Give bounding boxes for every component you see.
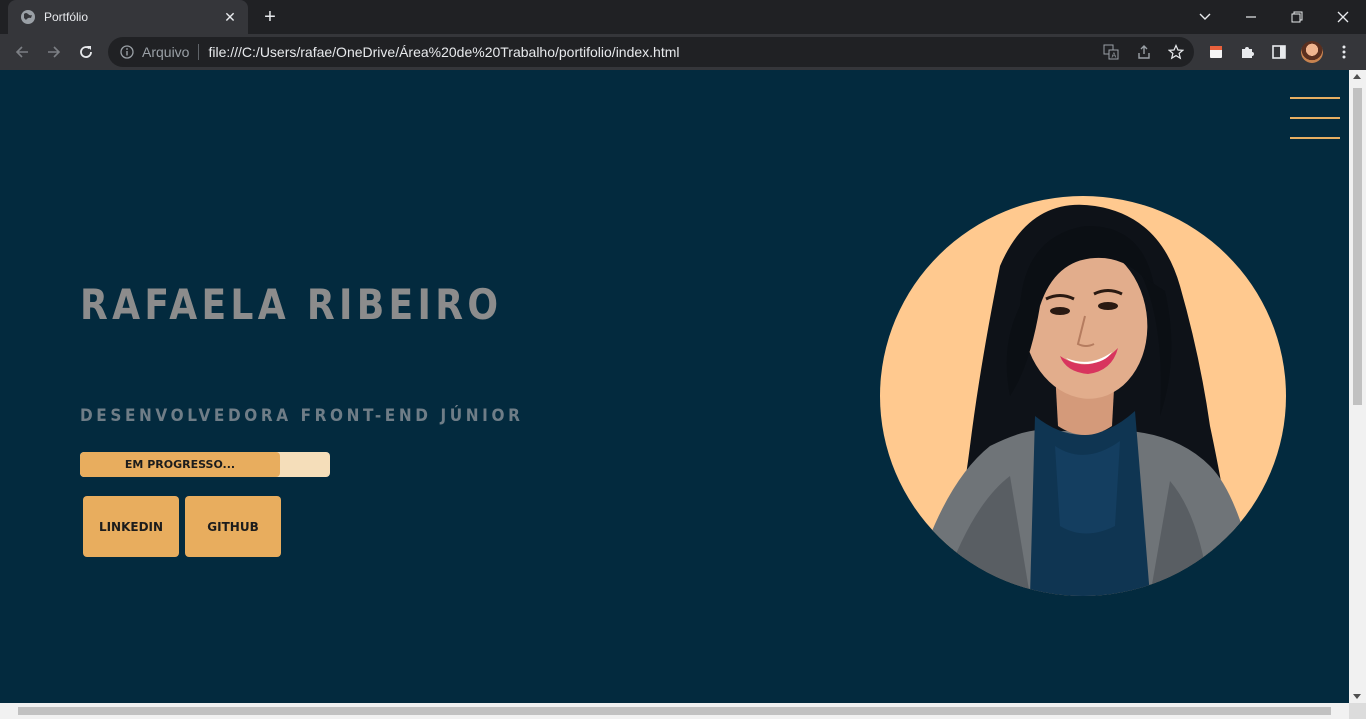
scrollbar-corner	[1349, 703, 1366, 719]
globe-icon	[21, 10, 35, 24]
extensions-puzzle-icon[interactable]	[1236, 40, 1260, 64]
side-panel-icon[interactable]	[1267, 40, 1291, 64]
profile-photo	[880, 196, 1286, 596]
tab-title: Portfólio	[44, 10, 89, 24]
vertical-scroll-thumb[interactable]	[1353, 88, 1362, 405]
share-icon[interactable]	[1132, 40, 1156, 64]
hero-name: RAFAELA RIBEIRO	[80, 280, 503, 329]
tab-search-icon[interactable]	[1182, 0, 1228, 34]
horizontal-scrollbar[interactable]	[0, 703, 1349, 719]
info-icon[interactable]	[120, 45, 134, 59]
tab-strip: Portfólio ✕ +	[0, 0, 1366, 34]
menu-line	[1290, 117, 1340, 119]
profile-avatar[interactable]	[1301, 41, 1323, 63]
github-button[interactable]: GITHUB	[185, 496, 281, 557]
scheme-label: Arquivo	[142, 44, 190, 60]
scroll-up-arrow-icon[interactable]	[1353, 74, 1361, 79]
url-text[interactable]: file:///C:/Users/rafae/OneDrive/Área%20d…	[208, 44, 679, 60]
new-tab-icon[interactable]: +	[258, 5, 282, 29]
translate-icon[interactable]: A	[1099, 40, 1123, 64]
back-icon[interactable]	[8, 38, 36, 66]
portrait-illustration	[910, 204, 1260, 596]
more-menu-icon[interactable]	[1332, 40, 1356, 64]
menu-line	[1290, 97, 1340, 99]
svg-text:A: A	[1112, 52, 1117, 60]
reload-icon[interactable]	[72, 38, 100, 66]
tab-close-icon[interactable]: ✕	[222, 9, 238, 25]
close-window-icon[interactable]	[1320, 0, 1366, 34]
linkedin-button[interactable]: LINKEDIN	[83, 496, 179, 557]
page-viewport: RAFAELA RIBEIRO DESENVOLVEDORA FRONT-END…	[0, 70, 1366, 719]
progress-label: EM PROGRESSO...	[124, 458, 236, 471]
browser-tab[interactable]: Portfólio ✕	[8, 0, 248, 34]
menu-line	[1290, 137, 1340, 139]
vertical-scrollbar[interactable]	[1349, 70, 1366, 703]
browser-toolbar: Arquivo file:///C:/Users/rafae/OneDrive/…	[0, 34, 1366, 70]
restore-icon[interactable]	[1274, 0, 1320, 34]
scroll-down-arrow-icon[interactable]	[1353, 694, 1361, 699]
hero-role: DESENVOLVEDORA FRONT-END JÚNIOR	[80, 406, 524, 426]
progress-bar: EM PROGRESSO...	[80, 452, 330, 477]
extension-icon[interactable]	[1204, 40, 1228, 64]
hamburger-menu-icon[interactable]	[1290, 96, 1342, 140]
forward-icon[interactable]	[40, 38, 68, 66]
omnibox-divider	[198, 44, 200, 60]
minimize-icon[interactable]	[1228, 0, 1274, 34]
address-bar[interactable]: Arquivo file:///C:/Users/rafae/OneDrive/…	[108, 37, 1194, 67]
horizontal-scroll-thumb[interactable]	[18, 707, 1331, 715]
bookmark-star-icon[interactable]	[1164, 40, 1188, 64]
